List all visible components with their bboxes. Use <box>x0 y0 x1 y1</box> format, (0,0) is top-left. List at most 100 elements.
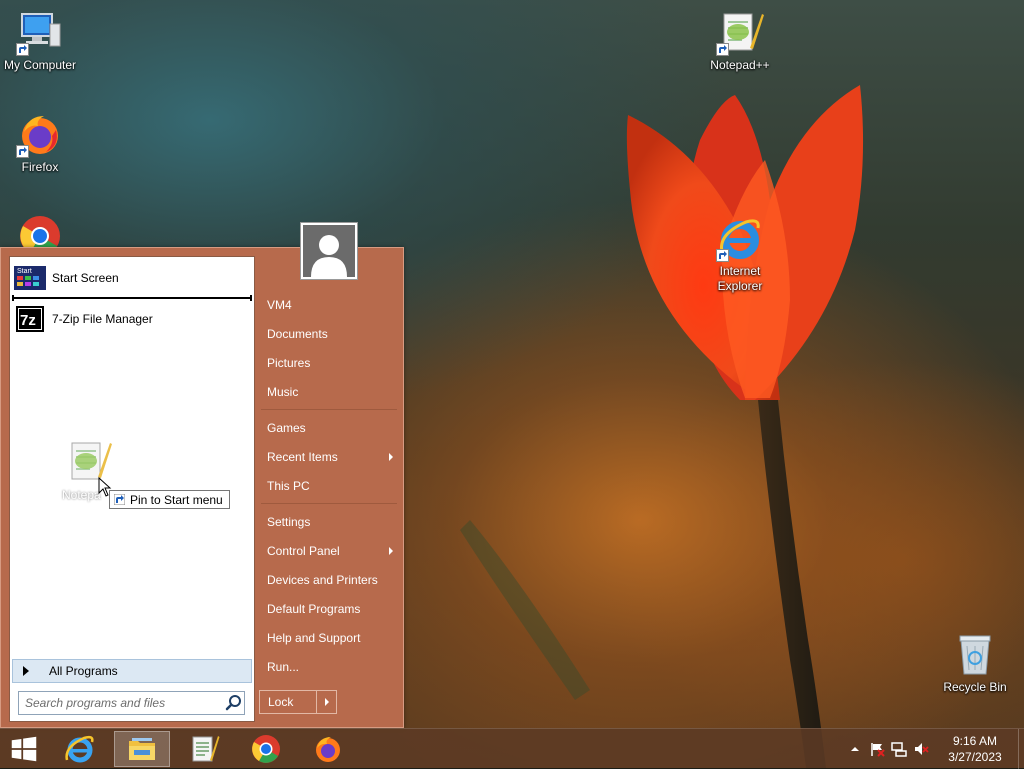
places-item-music[interactable]: Music <box>259 379 399 405</box>
places-item-run[interactable]: Run... <box>259 654 399 680</box>
start-menu-places-pane: VM4 Documents Pictures Music Games Recen… <box>259 223 399 727</box>
places-item-label: Devices and Printers <box>267 573 378 587</box>
desktop-icon-label: Notepad++ <box>710 58 770 72</box>
chevron-up-icon <box>851 747 859 751</box>
desktop-icon-label: Internet Explorer <box>717 264 763 293</box>
volume-icon[interactable] <box>910 738 932 760</box>
places-item-label: Help and Support <box>267 631 361 645</box>
places-item-label: Games <box>267 421 306 435</box>
svg-text:Start: Start <box>17 268 32 275</box>
chrome-icon <box>16 212 64 248</box>
shortcut-arrow-icon <box>716 249 729 262</box>
places-item-label: Control Panel <box>267 544 340 558</box>
notepadpp-icon <box>716 8 764 56</box>
clock-time: 9:16 AM <box>952 734 998 748</box>
computer-icon <box>16 8 64 56</box>
desktop-icon-recycle-bin[interactable]: Recycle Bin <box>935 630 1015 695</box>
lock-label: Lock <box>268 695 294 709</box>
desktop-icon-label: Firefox <box>21 160 59 174</box>
ie-icon <box>65 735 94 763</box>
places-item-settings[interactable]: Settings <box>259 509 399 535</box>
speaker-muted-icon <box>915 743 929 755</box>
places-item-control-panel[interactable]: Control Panel <box>259 538 399 564</box>
notepadpp-icon <box>192 736 220 762</box>
all-programs-button[interactable]: All Programs <box>12 659 252 683</box>
pinned-separator <box>12 295 252 301</box>
places-item-label: Settings <box>267 515 311 529</box>
desktop-icon-my-computer[interactable]: My Computer <box>0 8 80 73</box>
pin-to-start-tooltip: Pin to Start menu <box>109 490 230 509</box>
search-icon[interactable] <box>224 693 244 713</box>
start-button[interactable] <box>0 731 48 767</box>
recycle-bin-icon <box>951 630 999 678</box>
7zip-icon: 7z <box>14 303 46 335</box>
expand-arrow-icon <box>23 666 29 676</box>
power-options-button[interactable] <box>317 691 336 713</box>
places-item-this-pc[interactable]: This PC <box>259 473 399 499</box>
start-menu-item-label: Start Screen <box>52 271 119 285</box>
start-menu-item-label: 7-Zip File Manager <box>52 312 153 326</box>
start-menu: Start Start Screen 7z 7-Zip File Manager <box>0 223 404 728</box>
user-avatar[interactable] <box>301 223 357 279</box>
show-hidden-icons-button[interactable] <box>844 738 866 760</box>
folder-icon <box>129 738 155 760</box>
taskbar: 9:16 AM 3/27/2023 <box>0 728 1024 769</box>
taskbar-notepadpp[interactable] <box>176 731 232 767</box>
all-programs-label: All Programs <box>49 664 118 678</box>
shortcut-arrow-icon <box>716 43 729 56</box>
firefox-icon <box>316 737 340 762</box>
desktop-icon-firefox[interactable]: Firefox <box>0 110 80 175</box>
desktop-icon-internet-explorer[interactable]: Internet Explorer <box>700 214 780 294</box>
places-item-games[interactable]: Games <box>259 415 399 441</box>
submenu-arrow-icon <box>389 453 393 461</box>
places-separator <box>261 409 397 410</box>
places-item-label: VM4 <box>267 298 292 312</box>
search-box[interactable] <box>18 691 245 715</box>
places-item-label: Documents <box>267 327 328 341</box>
start-screen-icon: Start <box>14 262 46 294</box>
places-item-devices-printers[interactable]: Devices and Printers <box>259 567 399 593</box>
chevron-right-icon <box>324 698 329 706</box>
places-item-label: Recent Items <box>267 450 338 464</box>
action-center-icon[interactable] <box>866 738 888 760</box>
desktop-icon-label: My Computer <box>3 58 77 72</box>
places-item-label: Run... <box>267 660 300 674</box>
user-icon <box>311 235 347 277</box>
windows-logo-icon <box>11 736 37 762</box>
taskbar-internet-explorer[interactable] <box>52 731 108 767</box>
desktop-icon-label: Recycle Bin <box>943 680 1007 694</box>
places-item-label: Pictures <box>267 356 311 370</box>
flag-icon <box>871 743 885 757</box>
taskbar-chrome[interactable] <box>238 731 294 767</box>
clock-date: 3/27/2023 <box>948 750 1002 764</box>
shortcut-arrow-icon <box>114 494 125 505</box>
search-input[interactable] <box>25 696 224 710</box>
places-item-label: Default Programs <box>267 602 361 616</box>
taskbar-firefox[interactable] <box>300 731 356 767</box>
submenu-arrow-icon <box>389 547 393 555</box>
svg-text:7z: 7z <box>20 312 36 329</box>
places-item-label: This PC <box>267 479 310 493</box>
desktop-icon-notepadpp[interactable]: Notepad++ <box>700 8 780 73</box>
lock-button[interactable]: Lock <box>260 691 318 713</box>
taskbar-file-explorer[interactable] <box>114 731 170 767</box>
shortcut-arrow-icon <box>16 43 29 56</box>
places-item-documents[interactable]: Documents <box>259 321 399 347</box>
shortcut-arrow-icon <box>16 145 29 158</box>
show-desktop-button[interactable] <box>1018 729 1024 769</box>
start-menu-item-start-screen[interactable]: Start Start Screen <box>12 261 252 295</box>
desktop-icon-chrome[interactable] <box>0 212 80 248</box>
network-icon-glyph <box>891 742 907 757</box>
system-tray: 9:16 AM 3/27/2023 <box>844 729 1024 769</box>
places-item-pictures[interactable]: Pictures <box>259 350 399 376</box>
places-item-user[interactable]: VM4 <box>259 292 399 318</box>
places-item-recent-items[interactable]: Recent Items <box>259 444 399 470</box>
places-item-help-support[interactable]: Help and Support <box>259 625 399 651</box>
network-icon[interactable] <box>888 738 910 760</box>
ie-icon <box>716 214 764 262</box>
places-item-label: Music <box>267 385 299 399</box>
places-item-default-programs[interactable]: Default Programs <box>259 596 399 622</box>
start-menu-item-7zip[interactable]: 7z 7-Zip File Manager <box>12 302 252 336</box>
clock[interactable]: 9:16 AM 3/27/2023 <box>936 733 1014 765</box>
places-separator <box>261 503 397 504</box>
